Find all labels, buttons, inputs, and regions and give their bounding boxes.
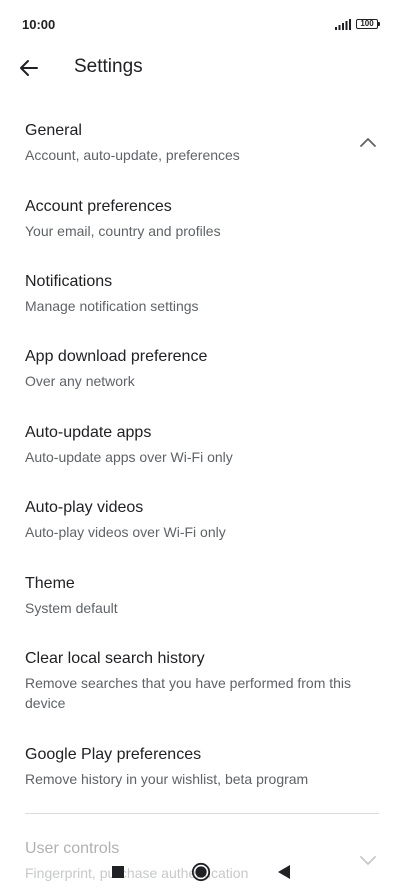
settings-item-title: Theme — [25, 575, 75, 592]
battery-icon: 100 — [356, 19, 380, 29]
settings-item-subtitle: Your email, country and profiles — [25, 223, 221, 239]
settings-item-auto-update-apps[interactable]: Auto-update apps Auto-update apps over W… — [0, 412, 403, 472]
settings-item-subtitle: System default — [25, 600, 118, 616]
settings-item-title: Auto-update apps — [25, 424, 152, 441]
settings-item-subtitle: Remove searches that you have performed … — [25, 675, 352, 711]
settings-item-app-download-preference[interactable]: App download preference Over any network — [0, 336, 403, 396]
settings-item-google-play-preferences[interactable]: Google Play preferences Remove history i… — [0, 734, 403, 794]
settings-item-title: App download preference — [25, 348, 208, 365]
settings-item-subtitle: Manage notification settings — [25, 298, 199, 314]
settings-item-title: Account preferences — [25, 198, 172, 215]
settings-item-theme[interactable]: Theme System default — [0, 563, 403, 623]
settings-item-account-preferences[interactable]: Account preferences Your email, country … — [0, 186, 403, 246]
chevron-up-icon[interactable] — [356, 135, 380, 151]
settings-item-subtitle: Auto-play videos over Wi-Fi only — [25, 524, 226, 540]
triangle-back-icon[interactable] — [277, 864, 291, 880]
signal-bars-icon — [335, 19, 351, 30]
square-recents-icon[interactable] — [112, 866, 124, 878]
arrow-back-icon[interactable] — [13, 52, 45, 84]
section-divider — [25, 813, 379, 814]
settings-item-subtitle: Auto-update apps over Wi-Fi only — [25, 449, 233, 465]
settings-item-title: Google Play preferences — [25, 746, 202, 763]
settings-item-notifications[interactable]: Notifications Manage notification settin… — [0, 261, 403, 321]
settings-item-general[interactable]: General Account, auto-update, preference… — [0, 110, 403, 170]
settings-item-subtitle: Over any network — [25, 373, 135, 389]
settings-item-auto-play-videos[interactable]: Auto-play videos Auto-play videos over W… — [0, 487, 403, 547]
settings-item-clear-local-search-history[interactable]: Clear local search history Remove search… — [0, 638, 403, 718]
settings-item-title: Notifications — [25, 273, 113, 290]
page-title: Settings — [74, 56, 143, 77]
settings-item-title: Auto-play videos — [25, 499, 144, 516]
status-bar: 10:00 100 — [0, 0, 403, 48]
settings-item-title: General — [25, 122, 82, 139]
circle-home-icon[interactable] — [191, 862, 211, 882]
settings-item-subtitle: Remove history in your wishlist, beta pr… — [25, 771, 309, 787]
app-bar: Settings — [0, 44, 403, 92]
battery-level: 100 — [360, 19, 374, 28]
settings-item-title: Clear local search history — [25, 650, 205, 667]
status-time: 10:00 — [22, 17, 56, 32]
settings-item-subtitle: Account, auto-update, preferences — [25, 147, 240, 163]
